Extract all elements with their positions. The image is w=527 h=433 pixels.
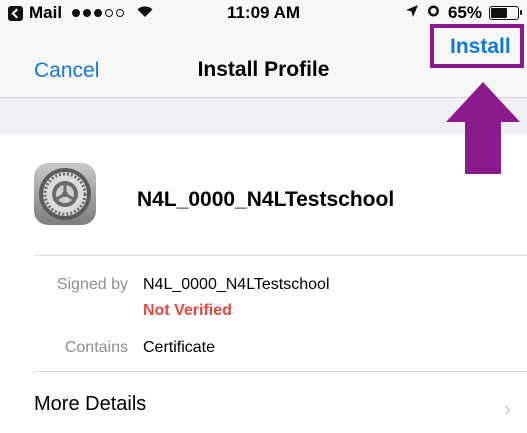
location-arrow-icon (405, 3, 419, 23)
more-details-link[interactable]: More Details (34, 393, 146, 416)
status-right: 65% (405, 3, 522, 23)
signed-by-label: Signed by (56, 276, 128, 293)
status-bar: Mail 11:09 AM 65% (0, 0, 527, 26)
contains-label: Contains (64, 339, 128, 356)
profile-name: N4L_0000_N4LTestschool (137, 188, 395, 211)
install-highlight-box: Install (430, 24, 524, 68)
verification-status: Not Verified (143, 302, 232, 319)
alarm-icon (426, 3, 441, 23)
install-button[interactable]: Install (450, 35, 511, 59)
chevron-right-icon[interactable]: › (504, 396, 511, 422)
battery-icon (489, 6, 522, 20)
settings-gear-icon (34, 163, 96, 225)
arrow-up-icon (446, 82, 520, 174)
contains-value: Certificate (143, 339, 216, 356)
signed-by-value: N4L_0000_N4LTestschool (143, 276, 330, 293)
divider (34, 255, 527, 256)
battery-level (491, 8, 507, 18)
divider (34, 371, 527, 372)
battery-percentage: 65% (447, 3, 482, 22)
